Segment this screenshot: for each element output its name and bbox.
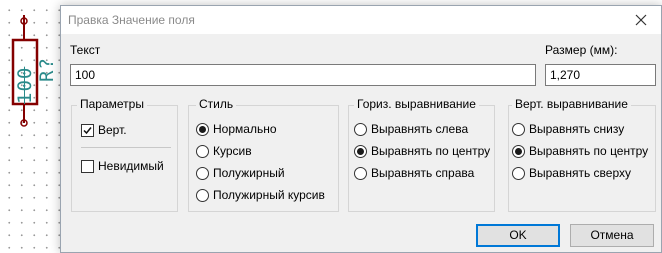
radio-button[interactable] — [196, 188, 209, 202]
edit-field-dialog: Правка Значение поля Текст Размер (мм): … — [60, 5, 662, 253]
radio-button[interactable] — [512, 122, 525, 136]
style-option-normal[interactable]: Нормально — [196, 122, 277, 136]
radio-button[interactable] — [512, 166, 525, 180]
invisible-checkbox[interactable]: Невидимый — [81, 159, 164, 173]
checkbox-box[interactable] — [81, 159, 94, 173]
valign-option-bottom[interactable]: Выравнять снизу — [512, 122, 624, 136]
radio-button[interactable] — [354, 166, 367, 180]
style-option-italic[interactable]: Курсив — [196, 144, 252, 158]
radio-button[interactable] — [512, 144, 525, 158]
dialog-title: Правка Значение поля — [68, 13, 195, 27]
halign-option-center[interactable]: Выравнять по центру — [354, 144, 490, 158]
size-input[interactable] — [545, 64, 656, 86]
halign-option-label: Выравнять по центру — [371, 144, 491, 158]
radio-button[interactable] — [196, 166, 209, 180]
valign-option-center[interactable]: Выравнять по центру — [512, 144, 648, 158]
halign-option-left[interactable]: Выравнять слева — [354, 122, 468, 136]
invisible-checkbox-label: Невидимый — [98, 159, 164, 173]
params-separator — [81, 147, 171, 148]
style-option-label: Полужирный — [213, 166, 285, 180]
checkmark-icon — [83, 126, 92, 134]
title-bar[interactable]: Правка Значение поля — [61, 6, 661, 34]
valign-group-title: Верт. выравнивание — [512, 97, 631, 111]
vertical-checkbox-label: Верт. — [98, 123, 127, 137]
text-label: Текст — [70, 43, 101, 57]
text-input[interactable] — [70, 64, 536, 86]
radio-button[interactable] — [354, 122, 367, 136]
style-option-label: Нормально — [213, 122, 277, 136]
radio-button[interactable] — [196, 144, 209, 158]
style-option-bold[interactable]: Полужирный — [196, 166, 285, 180]
valign-option-top[interactable]: Выравнять сверху — [512, 166, 631, 180]
size-label: Размер (мм): — [545, 43, 618, 57]
reference-field[interactable]: R? — [36, 57, 58, 82]
halign-option-right[interactable]: Выравнять справа — [354, 166, 474, 180]
valign-option-label: Выравнять по центру — [529, 144, 649, 158]
resistor-symbol[interactable] — [0, 0, 60, 253]
value-field[interactable]: 100 — [14, 67, 36, 104]
ok-button[interactable]: OK — [476, 224, 560, 247]
checkbox-box[interactable] — [81, 123, 94, 137]
radio-button[interactable] — [354, 144, 367, 158]
halign-option-label: Выравнять слева — [371, 122, 469, 136]
style-option-bold-italic[interactable]: Полужирный курсив — [196, 188, 325, 202]
valign-option-label: Выравнять сверху — [529, 166, 632, 180]
halign-option-label: Выравнять справа — [371, 166, 475, 180]
params-group-title: Параметры — [77, 97, 147, 111]
vertical-checkbox[interactable]: Верт. — [81, 123, 127, 137]
style-group-title: Стиль — [196, 97, 237, 111]
valign-option-label: Выравнять снизу — [529, 122, 625, 136]
close-icon[interactable] — [633, 12, 649, 28]
cancel-button[interactable]: Отмена — [570, 224, 654, 247]
style-option-label: Курсив — [213, 144, 252, 158]
style-option-label: Полужирный курсив — [213, 188, 325, 202]
halign-group-title: Гориз. выравнивание — [354, 97, 479, 111]
radio-button[interactable] — [196, 122, 209, 136]
